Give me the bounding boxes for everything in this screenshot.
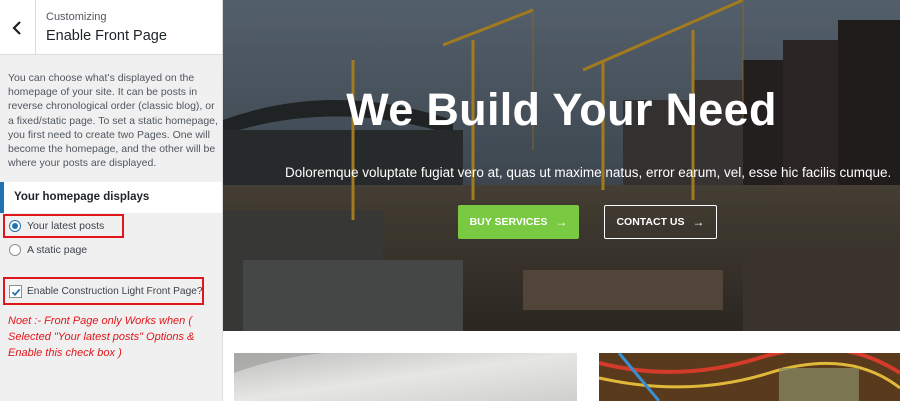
arrow-right-icon: →	[555, 215, 568, 229]
arrow-right-icon: →	[692, 215, 705, 229]
breadcrumb: Customizing	[46, 11, 107, 23]
radio-label: Your latest posts	[27, 220, 105, 232]
checkbox-label: Enable Construction Light Front Page?	[27, 286, 203, 297]
feature-card-image	[599, 353, 900, 401]
hero-subtitle: Doloremque voluptate fugiat vero at, qua…	[285, 165, 890, 180]
radio-latest-posts[interactable]: Your latest posts	[9, 220, 104, 232]
customizer-header: Customizing Enable Front Page	[0, 0, 222, 55]
buy-services-label: BUY SERVICES	[469, 216, 548, 228]
panel-title: Enable Front Page	[46, 28, 167, 44]
radio-label: A static page	[27, 244, 88, 256]
enable-front-page-checkbox[interactable]	[9, 285, 22, 298]
checkmark-icon	[11, 288, 20, 296]
radio-static-page[interactable]: A static page	[9, 244, 87, 256]
radio-button[interactable]	[9, 220, 21, 232]
annotation-note: Noet :- Front Page only Works when ( Sel…	[8, 315, 195, 359]
buy-services-button[interactable]: BUY SERVICES →	[458, 205, 579, 239]
radio-button[interactable]	[9, 244, 21, 256]
enable-front-page-checkbox-row[interactable]: Enable Construction Light Front Page?	[9, 285, 203, 298]
contact-us-label: CONTACT US	[616, 216, 685, 228]
hero-banner: We Build Your Need Doloremque voluptate …	[223, 0, 900, 331]
site-preview: We Build Your Need Doloremque voluptate …	[223, 0, 900, 401]
section-heading: Your homepage displays	[0, 182, 222, 213]
hero-title: We Build Your Need	[346, 84, 777, 135]
back-button[interactable]	[0, 0, 36, 55]
chevron-left-icon	[11, 20, 21, 35]
customizer-sidebar: Customizing Enable Front Page You can ch…	[0, 0, 223, 401]
contact-us-button[interactable]: CONTACT US →	[604, 205, 717, 239]
feature-card-image	[234, 353, 577, 401]
section-description: You can choose what’s displayed on the h…	[8, 72, 218, 170]
